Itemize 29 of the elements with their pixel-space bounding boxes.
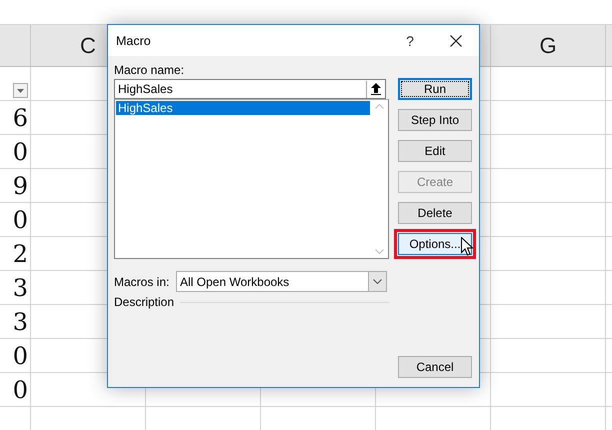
table-cell: 3 (12, 308, 28, 336)
field-label: Macros in: (114, 274, 170, 290)
dialog-button[interactable]: Step Into (398, 109, 472, 131)
dialog-button[interactable]: Run (398, 78, 472, 100)
macros-in-dropdown[interactable]: All Open Workbooks (176, 271, 387, 292)
field-label: Macro name: (114, 62, 186, 78)
dialog-button[interactable]: Delete (398, 202, 472, 224)
filter-dropdown[interactable] (13, 83, 28, 98)
table-cell: 0 (12, 138, 28, 166)
column-header[interactable]: C (80, 32, 96, 58)
cancel-button[interactable]: Cancel (398, 356, 472, 378)
column-header[interactable]: G (539, 32, 557, 58)
table-cell: 0 (12, 206, 28, 234)
chevron-down-icon (373, 279, 382, 284)
caret-icon (17, 88, 24, 92)
help-button[interactable]: ? (387, 32, 433, 48)
window-title: Macro (116, 34, 152, 48)
mouse-pointer-icon (461, 237, 473, 256)
section-label: Description (114, 295, 174, 309)
dialog-button[interactable]: Edit (398, 140, 472, 162)
table-cell: 0 (12, 342, 28, 370)
table-cell: 0 (12, 376, 28, 404)
table-cell: 9 (12, 172, 28, 200)
close-icon[interactable] (450, 34, 462, 46)
table-cell: 2 (12, 240, 28, 268)
table-cell: 3 (12, 274, 28, 302)
list-item[interactable]: HighSales (116, 101, 370, 115)
macro-name-field[interactable]: HighSales (114, 79, 386, 99)
table-cell: 6 (12, 104, 28, 132)
